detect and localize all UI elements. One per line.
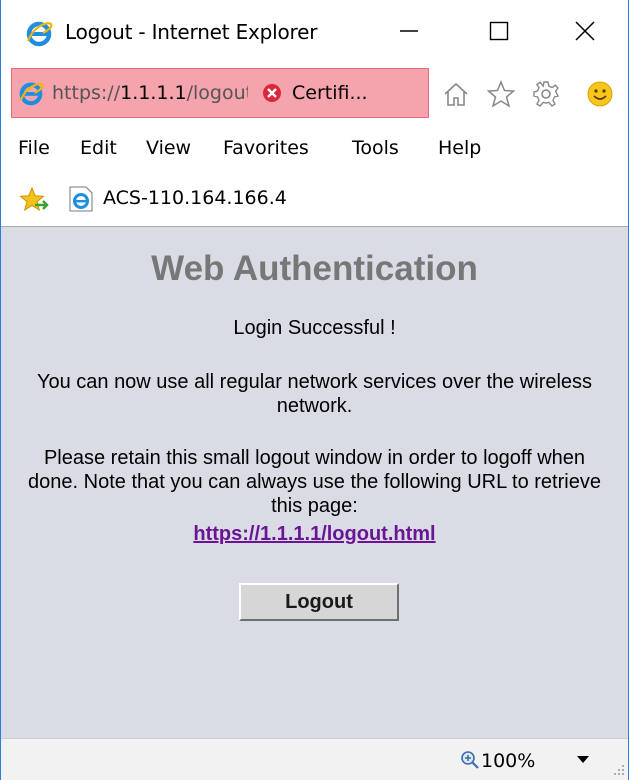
add-to-favorites-bar-icon[interactable] <box>19 185 49 215</box>
logout-url-link[interactable]: https://1.1.1.1/logout.html <box>193 522 435 546</box>
zoom-level[interactable]: 100% <box>481 750 535 772</box>
logout-button[interactable]: Logout <box>239 583 399 621</box>
settings-gear-icon[interactable] <box>532 80 560 108</box>
retain-window-text: Please retain this small logout window i… <box>28 447 601 517</box>
certificate-error-label[interactable]: Certifi... <box>292 82 368 104</box>
address-bar[interactable]: https://1.1.1.1/logout Certifi... <box>11 68 429 118</box>
browser-window: Logout - Internet Explorer https://1.1.1… <box>0 0 629 780</box>
url-path: /logout <box>186 82 248 104</box>
home-icon[interactable] <box>442 80 470 108</box>
title-bar: Logout - Internet Explorer <box>1 0 628 62</box>
network-info-message: You can now use all regular network serv… <box>36 371 593 417</box>
web-page-ie-icon <box>69 186 93 212</box>
status-bar: 100% <box>1 738 628 780</box>
menu-bar: File Edit View Favorites Tools Help <box>1 124 628 172</box>
menu-edit[interactable]: Edit <box>80 137 117 159</box>
zoom-magnifier-icon[interactable] <box>460 750 480 770</box>
retain-window-message: Please retain this small logout window i… <box>21 446 608 546</box>
menu-file[interactable]: File <box>18 137 50 159</box>
maximize-icon <box>489 21 509 41</box>
smiley-feedback-icon[interactable] <box>586 80 614 108</box>
window-title: Logout - Internet Explorer <box>65 20 318 44</box>
login-success-message: Login Successful ! <box>233 317 396 339</box>
internet-explorer-icon <box>19 82 44 106</box>
menu-favorites[interactable]: Favorites <box>223 137 309 159</box>
url-prefix: https:// <box>52 82 121 104</box>
page-title: Web Authentication <box>151 249 478 288</box>
address-url[interactable]: https://1.1.1.1/logout <box>52 82 248 104</box>
internet-explorer-icon <box>26 21 53 47</box>
favorites-bar: ACS-110.164.166.4 <box>1 172 628 226</box>
resize-grip-icon[interactable] <box>612 763 626 777</box>
certificate-error-icon[interactable] <box>262 83 282 103</box>
close-button[interactable] <box>540 0 629 62</box>
page-content: Web Authentication Login Successful ! Yo… <box>1 226 628 738</box>
minimize-icon <box>400 30 418 32</box>
favorites-star-icon[interactable] <box>487 80 515 108</box>
maximize-button[interactable] <box>454 0 544 62</box>
address-row: https://1.1.1.1/logout Certifi... <box>1 62 628 124</box>
menu-view[interactable]: View <box>146 137 191 159</box>
url-host: 1.1.1.1 <box>120 82 187 104</box>
favorites-bar-item[interactable]: ACS-110.164.166.4 <box>103 187 287 209</box>
menu-tools[interactable]: Tools <box>352 137 399 159</box>
menu-help[interactable]: Help <box>438 137 481 159</box>
close-icon <box>575 21 595 41</box>
chevron-down-icon <box>577 756 589 763</box>
zoom-dropdown-button[interactable] <box>571 751 595 769</box>
minimize-button[interactable] <box>364 0 454 62</box>
